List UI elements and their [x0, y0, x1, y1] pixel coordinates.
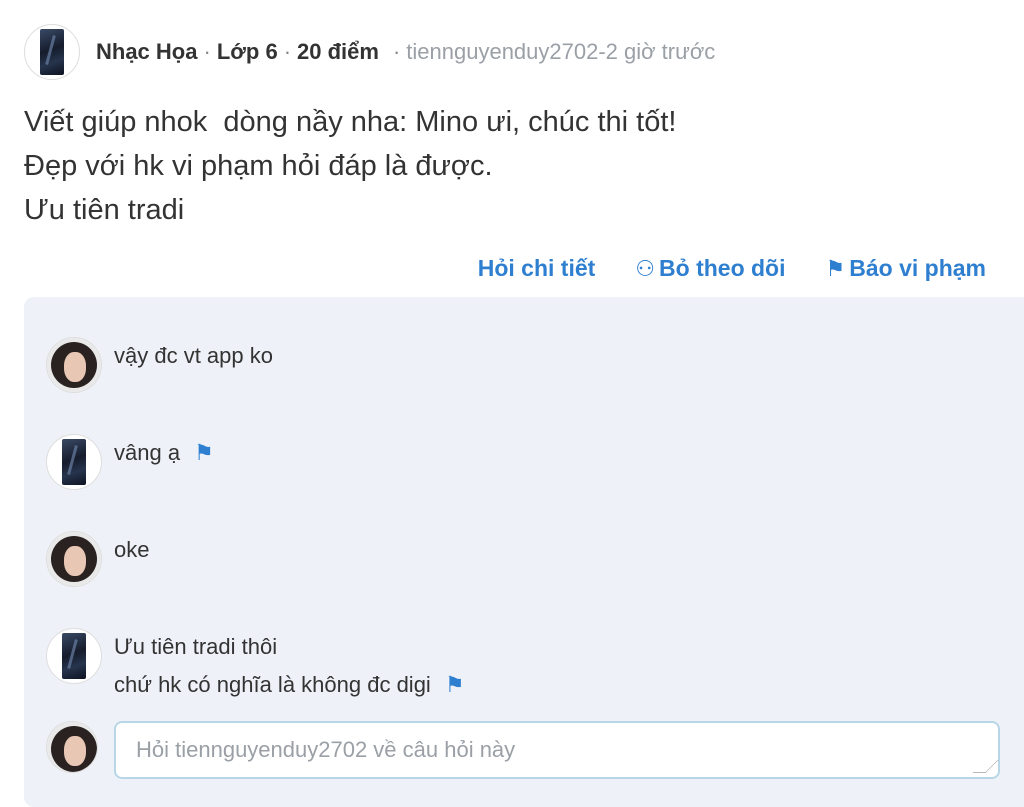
- question-actions: Hỏi chi tiết ⚇ Bỏ theo dõi ⚑ Báo vi phạm: [478, 255, 986, 282]
- commenter-avatar[interactable]: [46, 434, 102, 490]
- commenter-avatar[interactable]: [46, 337, 102, 393]
- report-flag-icon[interactable]: ⚑: [194, 434, 214, 472]
- reply-box: [46, 721, 1000, 779]
- post-header: Nhạc Họa · Lớp 6 · 20 điểm · tiennguyend…: [24, 24, 715, 80]
- current-user-avatar: [46, 721, 98, 773]
- post-time: 2 giờ trước: [605, 39, 716, 64]
- comment-item: oke: [46, 531, 149, 587]
- grade-label: Lớp 6: [216, 39, 278, 64]
- commenter-avatar[interactable]: [46, 531, 102, 587]
- question-text: Viết giúp nhok dòng nầy nha: Mino ưi, ch…: [24, 100, 676, 232]
- report-flag-icon[interactable]: ⚑: [445, 666, 465, 704]
- ask-detail-label: Hỏi chi tiết: [477, 255, 596, 281]
- unfollow-button[interactable]: ⚇ Bỏ theo dõi: [635, 255, 785, 282]
- comment-text: oke: [114, 531, 149, 569]
- reply-input[interactable]: [114, 721, 1000, 779]
- post-meta: Nhạc Họa · Lớp 6 · 20 điểm · tiennguyend…: [96, 39, 715, 65]
- time-separator: -: [598, 39, 606, 64]
- comment-line: vâng ạ: [114, 440, 181, 465]
- question-line: Đẹp với hk vi phạm hỏi đáp là được.: [24, 150, 493, 182]
- comment-line: chứ hk có nghĩa là không đc digi: [114, 672, 431, 697]
- points-label: 20 điểm: [297, 39, 379, 64]
- commenter-avatar[interactable]: [46, 628, 102, 684]
- author-avatar[interactable]: [24, 24, 80, 80]
- unfollow-label: Bỏ theo dõi: [659, 255, 786, 281]
- author-name[interactable]: Nhạc Họa: [96, 39, 197, 65]
- comment-item: vậy đc vt app ko: [46, 337, 273, 393]
- report-button[interactable]: ⚑ Báo vi phạm: [826, 255, 987, 282]
- question-line: Viết giúp nhok dòng nầy nha: Mino ưi, ch…: [24, 106, 677, 138]
- comment-line: vậy đc vt app ko: [114, 343, 273, 368]
- separator: ·: [203, 39, 211, 64]
- comment-text: vậy đc vt app ko: [114, 337, 273, 375]
- ask-detail-button[interactable]: Hỏi chi tiết: [478, 255, 596, 282]
- question-line: Ưu tiên tradi: [24, 194, 185, 226]
- comment-item: Ưu tiên tradi thôi chứ hk có nghĩa là kh…: [46, 628, 465, 704]
- asker-name[interactable]: tiennguyenduy2702: [406, 39, 598, 65]
- comments-panel: vậy đc vt app ko vâng ạ ⚑ oke Ưu tiên tr…: [24, 297, 1024, 807]
- comment-text: Ưu tiên tradi thôi chứ hk có nghĩa là kh…: [114, 628, 465, 704]
- separator: ·: [392, 39, 401, 64]
- comment-item: vâng ạ ⚑: [46, 434, 214, 490]
- comment-line: oke: [114, 537, 150, 562]
- reply-input-wrapper: [98, 721, 1000, 779]
- report-label: Báo vi phạm: [849, 255, 986, 281]
- flag-icon: ⚑: [825, 255, 846, 281]
- unfollow-icon: ⚇: [635, 255, 656, 281]
- comment-line: Ưu tiên tradi thôi: [114, 634, 278, 659]
- comment-text: vâng ạ ⚑: [114, 434, 214, 472]
- separator: ·: [283, 39, 292, 64]
